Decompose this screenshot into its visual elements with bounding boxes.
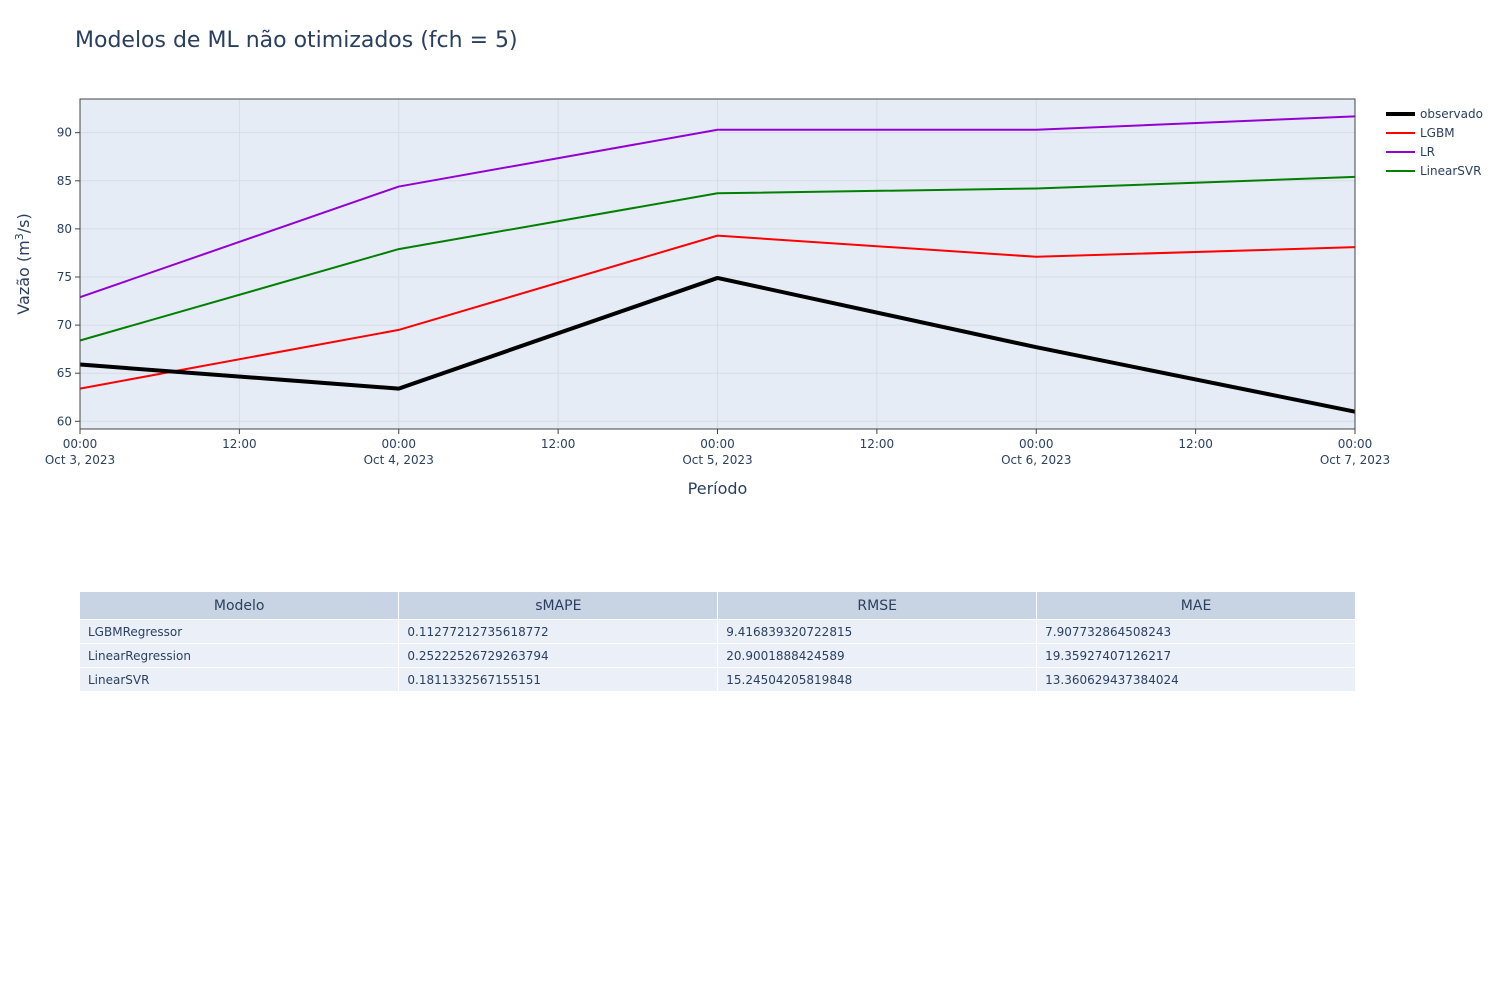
table-cell: 0.1811332567155151 (398, 667, 719, 692)
x-tick-date-label: Oct 4, 2023 (364, 453, 434, 467)
table-row: LinearSVR 0.1811332567155151 15.24504205… (80, 667, 1356, 692)
y-axis-title: Vazão (m3/s) (13, 213, 33, 314)
legend[interactable]: observado LGBM LR LinearSVR (1386, 107, 1483, 178)
legend-label: LR (1420, 145, 1435, 159)
legend-label: LGBM (1420, 126, 1455, 140)
y-axis-title-main: Vazão (m (14, 240, 33, 314)
table-cell: LinearSVR (80, 667, 400, 692)
x-tick-label: 12:00 (860, 437, 895, 451)
table-cell: 20.9001888424589 (717, 643, 1038, 668)
table-cell: 15.24504205819848 (717, 667, 1038, 692)
x-tick-label: 12:00 (541, 437, 576, 451)
x-tick-label: 00:00 (700, 437, 735, 451)
y-tick-label: 90 (57, 126, 72, 140)
header-smape: sMAPE (398, 592, 719, 620)
x-tick-date-label: Oct 7, 2023 (1320, 453, 1390, 467)
y-tick-label: 60 (57, 414, 72, 428)
legend-label: LinearSVR (1420, 164, 1481, 178)
x-axis-title: Período (688, 479, 748, 498)
y-tick-label: 65 (57, 366, 72, 380)
x-tick-date-label: Oct 5, 2023 (682, 453, 752, 467)
x-tick-label: 00:00 (1019, 437, 1054, 451)
y-tick-label: 75 (57, 270, 72, 284)
line-chart: 60 65 70 75 80 85 90 00:00 Oct 3, 2023 12:00 00:00… (13, 98, 1483, 498)
table-cell: LinearRegression (80, 643, 400, 668)
y-axis-title-end: /s) (14, 213, 33, 233)
x-tick-label: 12:00 (1178, 437, 1213, 451)
table-cell: 9.416839320722815 (717, 619, 1038, 644)
table-header-row: Modelo sMAPE RMSE MAE (80, 592, 1356, 620)
header-mae: MAE (1036, 592, 1356, 620)
legend-label: observado (1420, 107, 1483, 121)
y-tick-label: 70 (57, 318, 72, 332)
table-row: LinearRegression 0.25222526729263794 20.… (80, 643, 1356, 668)
x-tick-label: 00:00 (381, 437, 416, 451)
x-tick-label: 00:00 (1338, 437, 1373, 451)
table-cell: 0.11277212735618772 (398, 619, 719, 644)
x-tick-date-label: Oct 6, 2023 (1001, 453, 1071, 467)
header-modelo: Modelo (80, 592, 400, 620)
table-cell: 13.360629437384024 (1036, 667, 1356, 692)
metrics-table: Modelo sMAPE RMSE MAE LGBMRegressor 0.11… (80, 592, 1356, 692)
y-tick-label: 85 (57, 174, 72, 188)
y-axis-title-superscript: 3 (13, 233, 26, 240)
table-cell: 7.907732864508243 (1036, 619, 1356, 644)
y-tick-label: 80 (57, 222, 72, 236)
table-cell: 0.25222526729263794 (398, 643, 719, 668)
table-cell: 19.35927407126217 (1036, 643, 1356, 668)
x-tick-label: 12:00 (222, 437, 257, 451)
x-tick-label: 00:00 (63, 437, 98, 451)
header-rmse: RMSE (717, 592, 1038, 620)
x-tick-date-label: Oct 3, 2023 (45, 453, 115, 467)
table-cell: LGBMRegressor (80, 619, 400, 644)
table-row: LGBMRegressor 0.11277212735618772 9.4168… (80, 619, 1356, 644)
